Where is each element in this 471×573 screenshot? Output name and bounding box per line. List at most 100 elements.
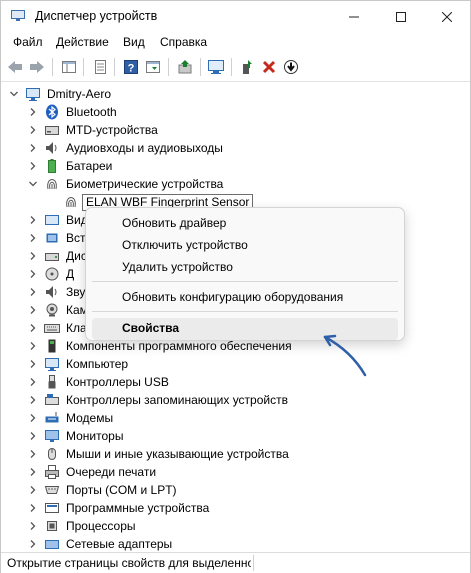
tree-root-label: Dmitry-Aero: [47, 87, 112, 101]
tree-item-video[interactable]: Вид: [1, 211, 91, 229]
tree-item-label: Биометрические устройства: [66, 177, 224, 191]
tree-item-print-queues[interactable]: Очереди печати: [1, 463, 470, 481]
show-hide-console-tree-button[interactable]: [59, 56, 79, 78]
tree-item-modems[interactable]: Модемы: [1, 409, 470, 427]
chevron-down-icon[interactable]: [28, 179, 38, 189]
menu-view[interactable]: Вид: [123, 35, 145, 49]
chevron-right-icon[interactable]: [28, 161, 38, 171]
chevron-right-icon[interactable]: [28, 215, 38, 225]
back-arrow-icon: [8, 61, 22, 73]
tree-item-sound[interactable]: Звук: [1, 283, 91, 301]
context-scan-hardware[interactable]: Обновить конфигурацию оборудования: [122, 290, 343, 304]
computer-icon: [45, 358, 59, 371]
chevron-right-icon[interactable]: [28, 323, 38, 333]
chevron-right-icon[interactable]: [28, 305, 38, 315]
tree-item-bluetooth[interactable]: Bluetooth: [1, 103, 470, 121]
context-update-driver[interactable]: Обновить драйвер: [122, 216, 226, 230]
tree-item-label: Аудиовходы и аудиовыходы: [66, 141, 223, 155]
chip-icon: [46, 233, 58, 243]
fingerprint-icon: [66, 197, 76, 208]
tree-root-node[interactable]: Dmitry-Aero: [1, 85, 470, 103]
toolbar-separator: [114, 58, 115, 76]
forward-button[interactable]: [27, 56, 47, 78]
toolbar-separator: [200, 58, 201, 76]
menu-action[interactable]: Действие: [56, 35, 109, 49]
action-pane-icon: [146, 61, 160, 73]
chevron-right-icon[interactable]: [28, 143, 38, 153]
context-properties[interactable]: Свойства: [122, 321, 179, 335]
back-button[interactable]: [5, 56, 25, 78]
chevron-right-icon[interactable]: [28, 485, 38, 495]
tree-item-embedded[interactable]: Вст: [1, 229, 91, 247]
toolbar-separator: [52, 58, 53, 76]
chevron-right-icon[interactable]: [28, 377, 38, 387]
uninstall-device-button[interactable]: [259, 56, 279, 78]
tree-item-biometric[interactable]: Биометрические устройства: [1, 175, 470, 193]
tree-item-mtd[interactable]: MTD-устройства: [1, 121, 470, 139]
tree-item-usb[interactable]: Контроллеры USB: [1, 373, 470, 391]
chevron-right-icon[interactable]: [28, 269, 38, 279]
action-pane-button[interactable]: [143, 56, 163, 78]
tree-item-batteries[interactable]: Батареи: [1, 157, 470, 175]
chevron-right-icon[interactable]: [28, 125, 38, 135]
minimize-button[interactable]: [331, 1, 377, 32]
disable-device-button[interactable]: [281, 56, 301, 78]
status-text: Открытие страницы свойств для выделенног…: [7, 556, 251, 570]
svg-text:?: ?: [128, 63, 135, 75]
tree-item-label: Модемы: [66, 411, 114, 425]
chevron-down-icon[interactable]: [9, 89, 19, 99]
tree-item-keyboard[interactable]: Кла: [1, 319, 91, 337]
tree-item-label: Процессоры: [66, 519, 136, 533]
chevron-right-icon[interactable]: [28, 359, 38, 369]
chevron-right-icon[interactable]: [28, 233, 38, 243]
update-driver-toolbar-button[interactable]: [175, 56, 195, 78]
close-button[interactable]: [424, 1, 470, 32]
chevron-right-icon[interactable]: [28, 107, 38, 117]
device-manager-app-icon: [11, 10, 25, 21]
tree-item-ports[interactable]: Порты (COM и LPT): [1, 481, 470, 499]
properties-toolbar-button[interactable]: [90, 56, 110, 78]
tree-item-computer[interactable]: Компьютер: [1, 355, 470, 373]
tree-item-dvd[interactable]: Д: [1, 265, 91, 283]
menu-file[interactable]: Файл: [13, 35, 43, 49]
status-bar: Открытие страницы свойств для выделенног…: [1, 552, 470, 573]
maximize-button[interactable]: [378, 1, 424, 32]
chevron-right-icon[interactable]: [28, 287, 38, 297]
tree-item-label: Контроллеры USB: [66, 375, 169, 389]
tree-item-camera[interactable]: Кам: [1, 301, 91, 319]
tree-item-storage-controllers[interactable]: Контроллеры запоминающих устройств: [1, 391, 470, 409]
speaker-icon: [46, 142, 57, 154]
chevron-right-icon[interactable]: [28, 449, 38, 459]
context-disable-device[interactable]: Отключить устройство: [122, 238, 248, 252]
tree-item-label: Очереди печати: [66, 465, 157, 479]
tree-item-mice[interactable]: Мыши и иные указывающие устройства: [1, 445, 470, 463]
camera-icon: [46, 303, 58, 317]
context-uninstall-device[interactable]: Удалить устройство: [122, 260, 233, 274]
monitor-icon: [45, 430, 59, 442]
chevron-right-icon[interactable]: [28, 251, 38, 261]
chevron-right-icon[interactable]: [28, 395, 38, 405]
tree-item-monitors[interactable]: Мониторы: [1, 427, 470, 445]
help-button[interactable]: ?: [121, 56, 141, 78]
chevron-right-icon[interactable]: [28, 413, 38, 423]
tree-item-label: Вст: [66, 231, 86, 245]
enable-device-button[interactable]: [237, 56, 257, 78]
chevron-right-icon[interactable]: [28, 521, 38, 531]
scan-hardware-toolbar-button[interactable]: [206, 56, 226, 78]
menu-help[interactable]: Справка: [160, 35, 207, 49]
keyboard-icon: [44, 324, 60, 333]
tree-item-label: Программные устройства: [66, 501, 210, 515]
port-icon: [44, 486, 60, 494]
tree-item-software-devices[interactable]: Программные устройства: [1, 499, 470, 517]
chevron-right-icon[interactable]: [28, 503, 38, 513]
tree-item-network-adapters[interactable]: Сетевые адаптеры: [1, 535, 470, 551]
toolbar-separator: [83, 58, 84, 76]
tree-item-processors[interactable]: Процессоры: [1, 517, 470, 535]
tree-item-label: Мыши и иные указывающие устройства: [66, 447, 289, 461]
tree-item-disk[interactable]: Дис: [1, 247, 91, 265]
tree-item-audio-io[interactable]: Аудиовходы и аудиовыходы: [1, 139, 470, 157]
chevron-right-icon[interactable]: [28, 431, 38, 441]
chevron-right-icon[interactable]: [28, 341, 38, 351]
chevron-right-icon[interactable]: [28, 539, 38, 549]
chevron-right-icon[interactable]: [28, 467, 38, 477]
